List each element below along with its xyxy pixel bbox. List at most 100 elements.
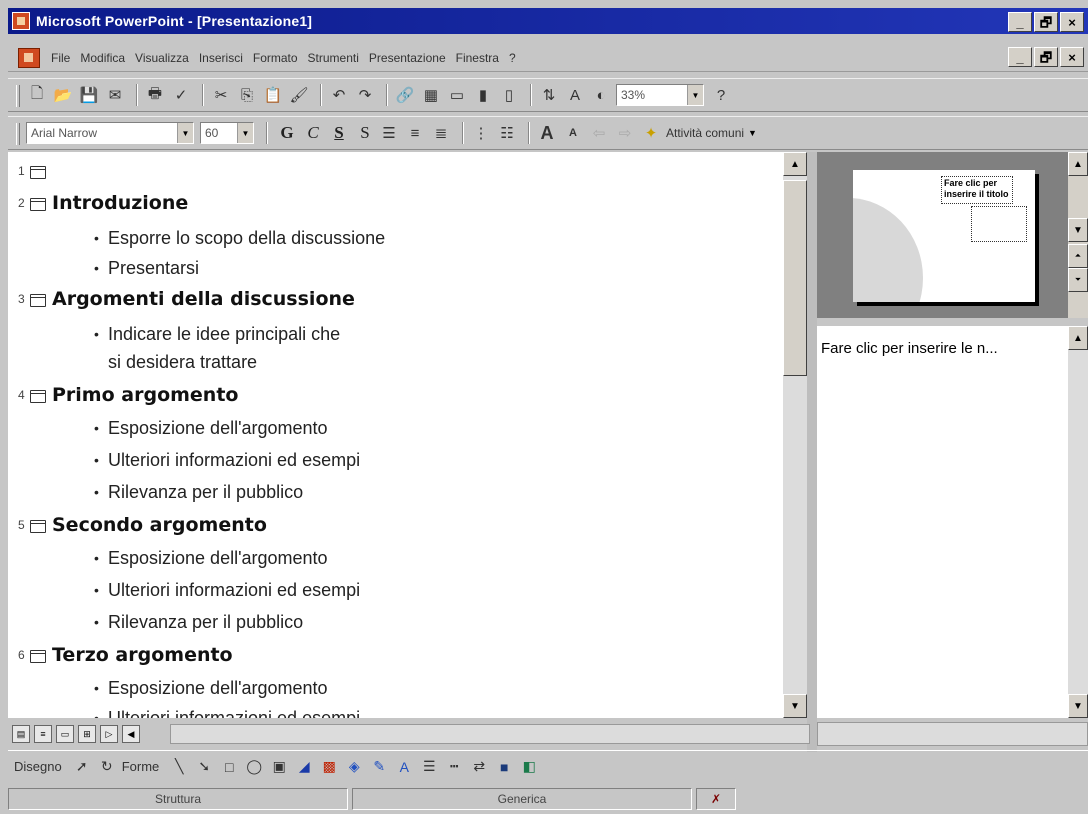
doc-minimize-button[interactable]: _ (1008, 47, 1032, 67)
slide-preview-pane[interactable]: Fare clic per inserire il titolo (817, 152, 1068, 318)
chart-icon[interactable]: ▮ (472, 84, 494, 106)
slide-icon[interactable] (30, 650, 46, 663)
slide-view-icon[interactable]: ▭ (56, 725, 74, 743)
menu-modifica[interactable]: Modifica (75, 51, 130, 65)
scroll-up-icon[interactable]: ▲ (1068, 326, 1088, 350)
dash-style-icon[interactable]: ┅ (444, 757, 464, 777)
bullet-item[interactable]: Presentarsi (94, 258, 199, 279)
line-color-icon[interactable]: ✎ (369, 757, 389, 777)
common-tasks-icon[interactable]: ✦ (640, 122, 662, 144)
menu-file[interactable]: File (46, 51, 75, 65)
font-color-icon[interactable]: A (394, 757, 414, 777)
bullets-icon[interactable]: ☷ (496, 122, 518, 144)
bullet-item[interactable]: Esporre lo scopo della discussione (94, 228, 385, 249)
bullet-item[interactable]: Esposizione dell'argomento (94, 678, 328, 699)
bullet-item[interactable]: Indicare le idee principali che (94, 324, 340, 345)
document-icon[interactable] (18, 47, 40, 68)
chevron-down-icon[interactable]: ▼ (687, 85, 703, 105)
3d-icon[interactable]: ◧ (519, 757, 539, 777)
show-formatting-icon[interactable]: A (564, 84, 586, 106)
free-rotate-icon[interactable]: ↻ (97, 757, 117, 777)
save-icon[interactable]: 💾 (78, 84, 100, 106)
wordart-icon[interactable]: ◢ (294, 757, 314, 777)
restore-button[interactable]: 🗗 (1034, 12, 1058, 32)
hyperlink-icon[interactable]: 🔗 (394, 84, 416, 106)
slide-icon[interactable] (30, 294, 46, 307)
slide-title[interactable]: Secondo argomento (52, 514, 267, 536)
arrow-style-icon[interactable]: ⇄ (469, 757, 489, 777)
italic-button[interactable]: C (300, 121, 326, 145)
doc-close-button[interactable]: × (1060, 47, 1084, 67)
bullet-continuation[interactable]: si desidera trattare (108, 352, 257, 373)
chevron-down-icon[interactable]: ▼ (177, 123, 193, 143)
outline-hscrollbar[interactable] (170, 724, 810, 744)
menu-visualizza[interactable]: Visualizza (130, 51, 194, 65)
menu-help[interactable]: ? (504, 51, 521, 65)
notes-placeholder[interactable]: Fare clic per inserire le n... (821, 340, 998, 357)
demote-icon[interactable]: ⇨ (614, 122, 636, 144)
chevron-down-icon[interactable]: ▼ (748, 128, 757, 138)
scroll-thumb[interactable] (783, 180, 807, 376)
bullet-item[interactable]: Esposizione dell'argomento (94, 548, 328, 569)
outline-view-icon[interactable]: ≡ (34, 725, 52, 743)
bullet-item[interactable]: Ulteriori informazioni ed esempi (94, 708, 360, 718)
bullet-item[interactable]: Ulteriori informazioni ed esempi (94, 580, 360, 601)
bullet-item[interactable]: Ulteriori informazioni ed esempi (94, 450, 360, 471)
help-icon[interactable]: ? (710, 84, 732, 106)
autoshapes-menu[interactable]: Forme (122, 759, 160, 774)
textbox-icon[interactable]: ▣ (269, 757, 289, 777)
menu-finestra[interactable]: Finestra (451, 51, 504, 65)
zoom-select[interactable]: 33% ▼ (616, 84, 704, 106)
previous-slide-icon[interactable]: ⏶ (1068, 244, 1088, 268)
slide-title[interactable]: Introduzione (52, 192, 188, 214)
shadow-icon[interactable]: ■ (494, 757, 514, 777)
select-pointer-icon[interactable]: ➚ (72, 757, 92, 777)
toolbar-grip[interactable] (16, 85, 20, 107)
format-painter-icon[interactable]: 🖌 (288, 84, 310, 106)
align-center-icon[interactable]: ≡ (404, 122, 426, 144)
subtitle-placeholder[interactable] (971, 206, 1027, 242)
slideshow-icon[interactable]: ▷ (100, 725, 118, 743)
scroll-down-icon[interactable]: ▼ (1068, 694, 1088, 718)
draw-menu[interactable]: Disegno (14, 759, 62, 774)
redo-icon[interactable]: ↷ (354, 84, 376, 106)
slide-icon[interactable] (30, 390, 46, 403)
expand-all-icon[interactable]: ⇅ (538, 84, 560, 106)
increase-font-icon[interactable]: A (536, 122, 558, 144)
new-icon[interactable]: 🗋 (26, 84, 48, 106)
spelling-icon[interactable]: ✓ (170, 84, 192, 106)
scroll-left-icon[interactable]: ◀ (122, 725, 140, 743)
new-slide-icon[interactable]: ▯ (498, 84, 520, 106)
decrease-font-icon[interactable]: A (562, 122, 584, 144)
notes-scrollbar[interactable]: ▲ ▼ (1068, 326, 1088, 718)
promote-icon[interactable]: ⇦ (588, 122, 610, 144)
arrow-icon[interactable]: ➘ (194, 757, 214, 777)
rectangle-icon[interactable]: □ (219, 757, 239, 777)
bullet-item[interactable]: Rilevanza per il pubblico (94, 482, 303, 503)
doc-restore-button[interactable]: 🗗 (1034, 47, 1058, 67)
clipart-icon[interactable]: ▩ (319, 757, 339, 777)
spelling-status-icon[interactable]: ✗ (696, 788, 736, 810)
slide-icon[interactable] (30, 198, 46, 211)
outline-scrollbar[interactable]: ▲ ▼ (783, 152, 807, 718)
cut-icon[interactable]: ✂ (210, 84, 232, 106)
print-icon[interactable]: 🖶 (144, 84, 166, 106)
preview-scrollbar[interactable]: ▲ ▼ ⏶ ⏷ (1068, 152, 1088, 318)
shadow-button[interactable]: S (352, 121, 378, 145)
bold-button[interactable]: G (274, 121, 300, 145)
align-right-icon[interactable]: ≣ (430, 122, 452, 144)
next-slide-icon[interactable]: ⏷ (1068, 268, 1088, 292)
title-placeholder[interactable]: Fare clic per inserire il titolo (941, 176, 1013, 204)
menu-inserisci[interactable]: Inserisci (194, 51, 248, 65)
line-icon[interactable]: ╲ (169, 757, 189, 777)
undo-icon[interactable]: ↶ (328, 84, 350, 106)
fill-color-icon[interactable]: ◈ (344, 757, 364, 777)
table-icon[interactable]: ▦ (420, 84, 442, 106)
normal-view-icon[interactable]: ▤ (12, 725, 30, 743)
pane-divider[interactable] (807, 152, 817, 752)
slide-title[interactable]: Terzo argomento (52, 644, 233, 666)
outline-pane[interactable]: 1 2 Introduzione Esporre lo scopo della … (8, 152, 783, 718)
chevron-down-icon[interactable]: ▼ (237, 123, 253, 143)
slide-thumbnail[interactable]: Fare clic per inserire il titolo (853, 170, 1035, 302)
paste-icon[interactable]: 📋 (262, 84, 284, 106)
